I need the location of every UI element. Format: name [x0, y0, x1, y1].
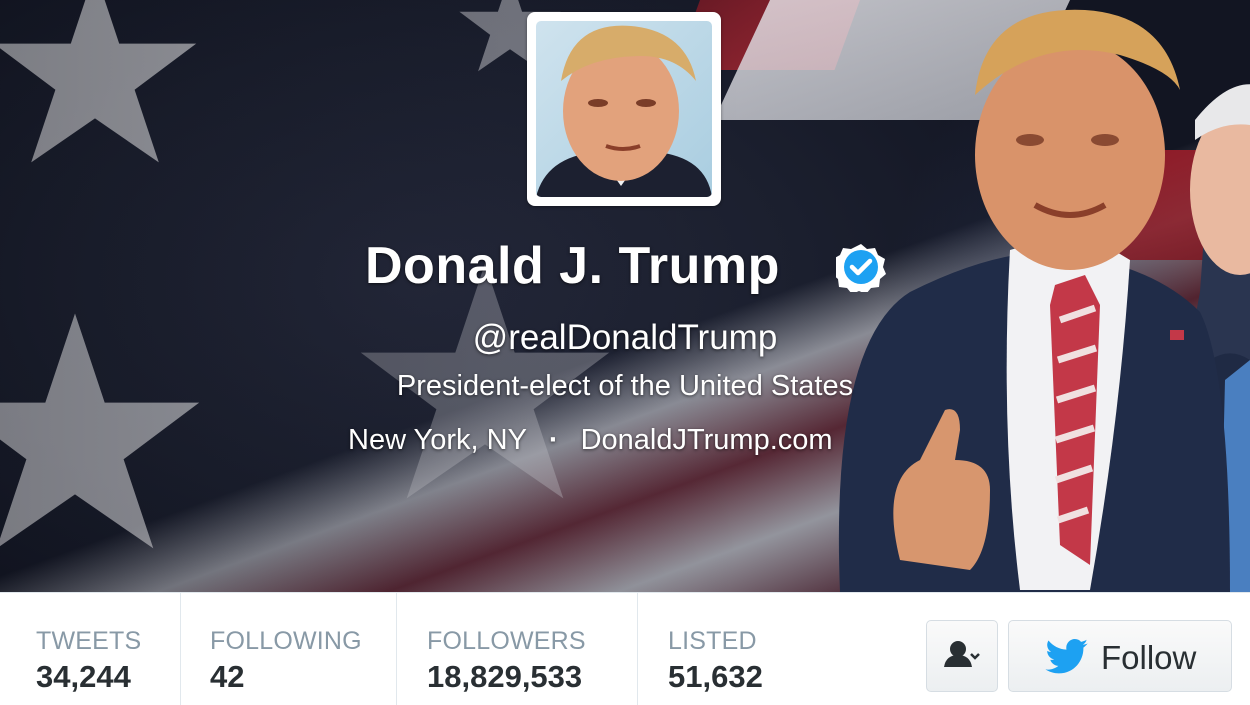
- screen-name: @realDonaldTrump: [472, 318, 778, 357]
- stat-label: FOLLOWING: [210, 627, 362, 655]
- header-photo-people: [838, 9, 1250, 592]
- profile-meta: New York, NY · DonaldJTrump.com: [348, 424, 833, 457]
- stat-label: LISTED: [668, 627, 757, 655]
- stat-followers[interactable]: FOLLOWERS 18,829,533: [397, 593, 638, 705]
- stat-following[interactable]: FOLLOWING 42: [181, 593, 397, 705]
- profile-website-link[interactable]: DonaldJTrump.com: [581, 424, 833, 456]
- profile-bio: President-elect of the United States: [396, 370, 854, 402]
- verified-badge-icon: [836, 244, 886, 292]
- profile-avatar[interactable]: [527, 12, 721, 206]
- twitter-bird-icon: [1045, 639, 1088, 674]
- stat-value: 34,244: [36, 659, 131, 694]
- avatar-image: [536, 21, 712, 197]
- stat-label: TWEETS: [36, 627, 142, 655]
- follow-button-label: Follow: [1101, 639, 1197, 676]
- stat-value: 51,632: [668, 659, 763, 694]
- stat-tweets[interactable]: TWEETS 34,244: [0, 593, 181, 705]
- person-dropdown-icon: [944, 641, 980, 667]
- profile-location: New York, NY: [348, 424, 527, 456]
- stat-label: FOLLOWERS: [427, 627, 586, 655]
- stat-listed[interactable]: LISTED 51,632: [638, 593, 838, 705]
- stat-value: 18,829,533: [427, 659, 583, 694]
- user-actions-dropdown-button[interactable]: [926, 620, 998, 692]
- meta-separator: ·: [548, 424, 559, 456]
- profile-name: Donald J. Trump: [365, 237, 780, 295]
- stat-value: 42: [210, 659, 245, 694]
- follow-button[interactable]: Follow: [1008, 620, 1232, 692]
